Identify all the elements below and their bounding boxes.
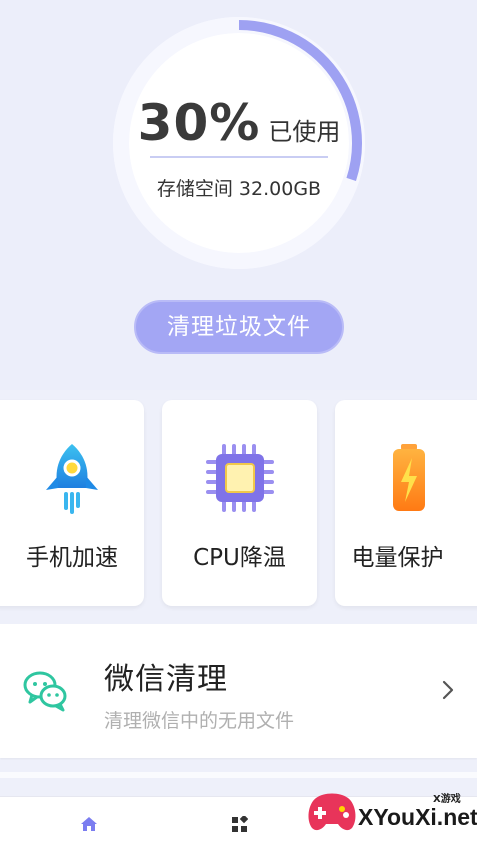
tool-label-battery: 电量保护 [351, 545, 444, 571]
clean-junk-button[interactable]: 清理垃圾文件 [134, 300, 344, 354]
tool-card-cpu-cooling[interactable]: CPU降温 [162, 400, 317, 606]
usage-row: 30% 已使用 [112, 94, 366, 152]
home-icon[interactable] [80, 816, 98, 832]
tool-label-speedup: 手机加速 [26, 545, 118, 571]
cpu-chip-icon [205, 444, 274, 512]
wechat-clean-subtitle: 清理微信中的无用文件 [104, 710, 295, 732]
apps-grid-icon[interactable] [231, 816, 248, 833]
storage-panel: 30% 已使用 存储空间 32.00GB 清理垃圾文件 [0, 0, 477, 390]
storage-ring: 30% 已使用 存储空间 32.00GB [112, 16, 366, 270]
tool-card-speedup[interactable]: 手机加速 [0, 400, 144, 606]
chevron-right-icon [442, 680, 454, 700]
storage-capacity: 存储空间 32.00GB [156, 178, 322, 200]
usage-percent: 30% [137, 94, 261, 152]
gamepad-logo-icon [308, 793, 356, 831]
ring-divider [150, 156, 328, 158]
tools-row: 手机加速 CPU降温 电量保护 [0, 400, 477, 606]
usage-label: 已使用 [268, 118, 341, 146]
wechat-clean-title: 微信清理 [104, 662, 228, 697]
wechat-icon [23, 671, 67, 712]
watermark-small-text: X游戏 [433, 794, 461, 805]
tool-label-cpu-cooling: CPU降温 [193, 545, 286, 571]
divider-strip [0, 772, 477, 778]
storage-ring-center: 30% 已使用 存储空间 32.00GB [112, 16, 366, 270]
watermark: X游戏 XYouXi.net [300, 780, 477, 844]
wechat-clean-row[interactable]: 微信清理 清理微信中的无用文件 [0, 624, 477, 758]
rocket-icon [46, 444, 98, 514]
battery-icon [392, 444, 425, 511]
watermark-brand: XYouXi.net [358, 804, 477, 830]
tool-card-battery[interactable]: 电量保护 [335, 400, 477, 606]
